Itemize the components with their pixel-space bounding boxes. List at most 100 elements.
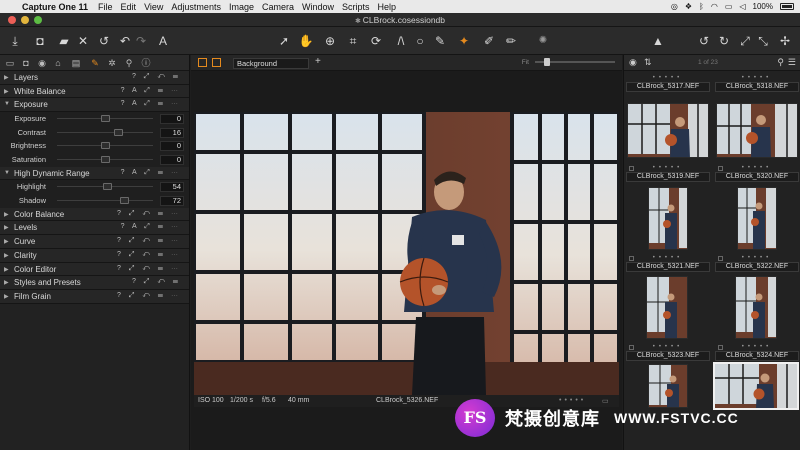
tool-exposure[interactable]: ▼ Exposure ? A ⤢ ☰ ⋯ [0, 98, 189, 113]
rating-dots[interactable]: ••••• [715, 75, 799, 82]
bluetooth-icon[interactable]: ᛒ [699, 2, 704, 11]
thumbnail[interactable] [735, 276, 777, 339]
tool-controls[interactable]: ? A ⤢ ☰ ⋯ [121, 87, 181, 95]
tab-settings-icon[interactable]: ✲ [106, 57, 118, 69]
thumbnail[interactable] [646, 276, 688, 339]
menu-camera[interactable]: Camera [262, 2, 302, 12]
tab-color-brush-icon[interactable]: ✎ [89, 57, 101, 69]
eyedropper-icon[interactable]: ✐ [481, 33, 497, 49]
slider-value-field[interactable]: 0 [160, 114, 184, 125]
menu-icon[interactable]: ☰ [788, 57, 796, 68]
redo-icon[interactable]: ↷ [133, 33, 149, 49]
slider-knob[interactable] [101, 155, 110, 163]
select-checkbox[interactable] [718, 345, 723, 350]
menu-edit[interactable]: Edit [121, 2, 145, 12]
rating-dots[interactable]: ••••• [626, 344, 710, 351]
tool-levels[interactable]: ▶ Levels ? A ⤢ ☰ ⋯ [0, 221, 189, 236]
slider-knob[interactable] [101, 142, 110, 150]
select-checkbox[interactable] [629, 345, 634, 350]
thumbnail[interactable] [627, 103, 709, 158]
select-checkbox[interactable] [718, 256, 723, 261]
sort-icon[interactable]: ⇅ [644, 57, 652, 68]
slider-track[interactable] [57, 199, 153, 201]
cursor-tool-icon[interactable]: ➚ [276, 33, 292, 49]
tool-styles-and-presets[interactable]: ▶ Styles and Presets ? ⤢ ↶ ☰ [0, 276, 189, 290]
layer-mask-icon[interactable] [212, 58, 221, 67]
add-layer-icon[interactable]: + [315, 56, 321, 67]
rating-dots[interactable]: ••••• [626, 255, 710, 262]
keystone-tool-icon[interactable]: /\ [393, 33, 409, 49]
warning-icon[interactable]: ▲ [650, 33, 666, 49]
tool-film-grain[interactable]: ▶ Film Grain ? ⤢ ↶ ☰ ⋯ [0, 289, 189, 304]
collapse-arrow-icon[interactable]: ▶ [4, 224, 9, 231]
import-icon[interactable]: ⤓ [7, 33, 23, 49]
tool-controls[interactable]: ? A ⤢ ☰ ⋯ [121, 100, 181, 108]
thumbnail[interactable] [648, 187, 688, 250]
tool-layers[interactable]: ▶ Layers ? ⤢ ↶ ☰ [0, 71, 189, 85]
spot-removal-icon[interactable]: ○ [412, 33, 428, 49]
eye-icon[interactable]: ◉ [629, 57, 637, 68]
collapse-arrow-icon[interactable]: ▶ [4, 74, 9, 81]
slider-value-field[interactable]: 0 [160, 154, 184, 165]
main-photo[interactable] [194, 112, 619, 395]
browser-item[interactable]: ••••• CLBrock_5318.NEF [715, 75, 799, 92]
slider-value-field[interactable]: 54 [160, 182, 184, 193]
tab-composition-icon[interactable]: ⌂ [52, 57, 64, 69]
tab-capture-icon[interactable]: ◘ [20, 57, 32, 69]
tool-clarity[interactable]: ▶ Clarity ? ⤢ ↶ ☰ ⋯ [0, 248, 189, 263]
brush-tool-icon[interactable]: ✦ [456, 33, 472, 49]
tool-controls[interactable]: ? A ⤢ ☰ ⋯ [121, 169, 181, 177]
dropbox-icon[interactable]: ❖ [685, 2, 692, 11]
slider-knob[interactable] [101, 115, 110, 123]
slider-value-field[interactable]: 0 [160, 141, 184, 152]
tool-curve[interactable]: ▶ Curve ? ⤢ ↶ ☰ ⋯ [0, 235, 189, 249]
rating-dots[interactable]: ••••• [715, 255, 799, 262]
battery-icon[interactable] [780, 3, 794, 10]
browser-item[interactable]: ••••• CLBrock_5323.NEF [626, 344, 710, 361]
collapse-arrow-icon[interactable]: ▶ [4, 211, 9, 218]
tool-white-balance[interactable]: ▶ White Balance ? A ⤢ ☰ ⋯ [0, 84, 189, 99]
rotate-left-icon[interactable]: ↺ [696, 33, 712, 49]
text-overlay-icon[interactable]: A [155, 33, 171, 49]
slider-knob[interactable] [114, 128, 123, 136]
menu-file[interactable]: File [98, 2, 121, 12]
rating-dots[interactable]: ••••• [715, 344, 799, 351]
menu-app[interactable]: Capture One 11 [22, 2, 98, 12]
menu-scripts[interactable]: Scripts [342, 2, 378, 12]
tool-controls[interactable]: ? ⤢ ↶ ☰ [132, 73, 181, 81]
layer-select[interactable]: Background [233, 58, 309, 69]
tab-adjustments-icon[interactable]: ⚲ [123, 57, 135, 69]
tool-color-editor[interactable]: ▶ Color Editor ? ⤢ ↶ ☰ ⋯ [0, 262, 189, 277]
color-picker-icon[interactable]: ✎ [432, 33, 448, 49]
slider-knob[interactable] [103, 183, 112, 191]
export-folder-icon[interactable]: ▰ [56, 33, 72, 49]
tool-high-dynamic-range[interactable]: ▼ High Dynamic Range ? A ⤢ ☰ ⋯ [0, 166, 189, 181]
rotate-right-icon[interactable]: ↻ [716, 33, 732, 49]
collapse-arrow-icon[interactable]: ▶ [4, 279, 9, 286]
browser-item[interactable]: ••••• CLBrock_5317.NEF [626, 75, 710, 92]
capture-icon[interactable]: ◘ [32, 33, 48, 49]
menu-window[interactable]: Window [302, 2, 342, 12]
browser-item[interactable]: ••••• CLBrock_5320.NEF [715, 165, 799, 182]
rating-dots[interactable]: ••••• [626, 165, 710, 172]
menu-view[interactable]: View [144, 2, 171, 12]
menu-image[interactable]: Image [229, 2, 262, 12]
tool-controls[interactable]: ? ⤢ ↶ ☰ ⋯ [117, 265, 181, 273]
browser-item[interactable]: ••••• CLBrock_5322.NEF [715, 255, 799, 272]
tab-details-icon[interactable]: ▤ [70, 57, 82, 69]
airplay-icon[interactable]: ▭ [725, 2, 733, 11]
browser-item[interactable]: ••••• CLBrock_5319.NEF [626, 165, 710, 182]
tool-controls[interactable]: ? A ⤢ ☰ ⋯ [121, 223, 181, 231]
collapse-arrow-icon[interactable]: ▶ [4, 88, 9, 95]
undo-icon[interactable]: ↶ [117, 33, 133, 49]
select-checkbox[interactable] [629, 256, 634, 261]
rotate-tool-icon[interactable]: ⟳ [368, 33, 384, 49]
collapse-arrow-icon[interactable]: ▶ [4, 252, 9, 259]
menu-adjustments[interactable]: Adjustments [171, 2, 229, 12]
select-checkbox[interactable] [718, 166, 723, 171]
pan-tool-icon[interactable]: ✋ [298, 33, 314, 49]
tool-controls[interactable]: ? ⤢ ↶ ☰ ⋯ [117, 210, 181, 218]
zoom-slider-knob[interactable] [544, 58, 550, 66]
search-icon[interactable]: ⚲ [777, 57, 784, 68]
expand-arrow-icon[interactable]: ▼ [4, 101, 10, 107]
